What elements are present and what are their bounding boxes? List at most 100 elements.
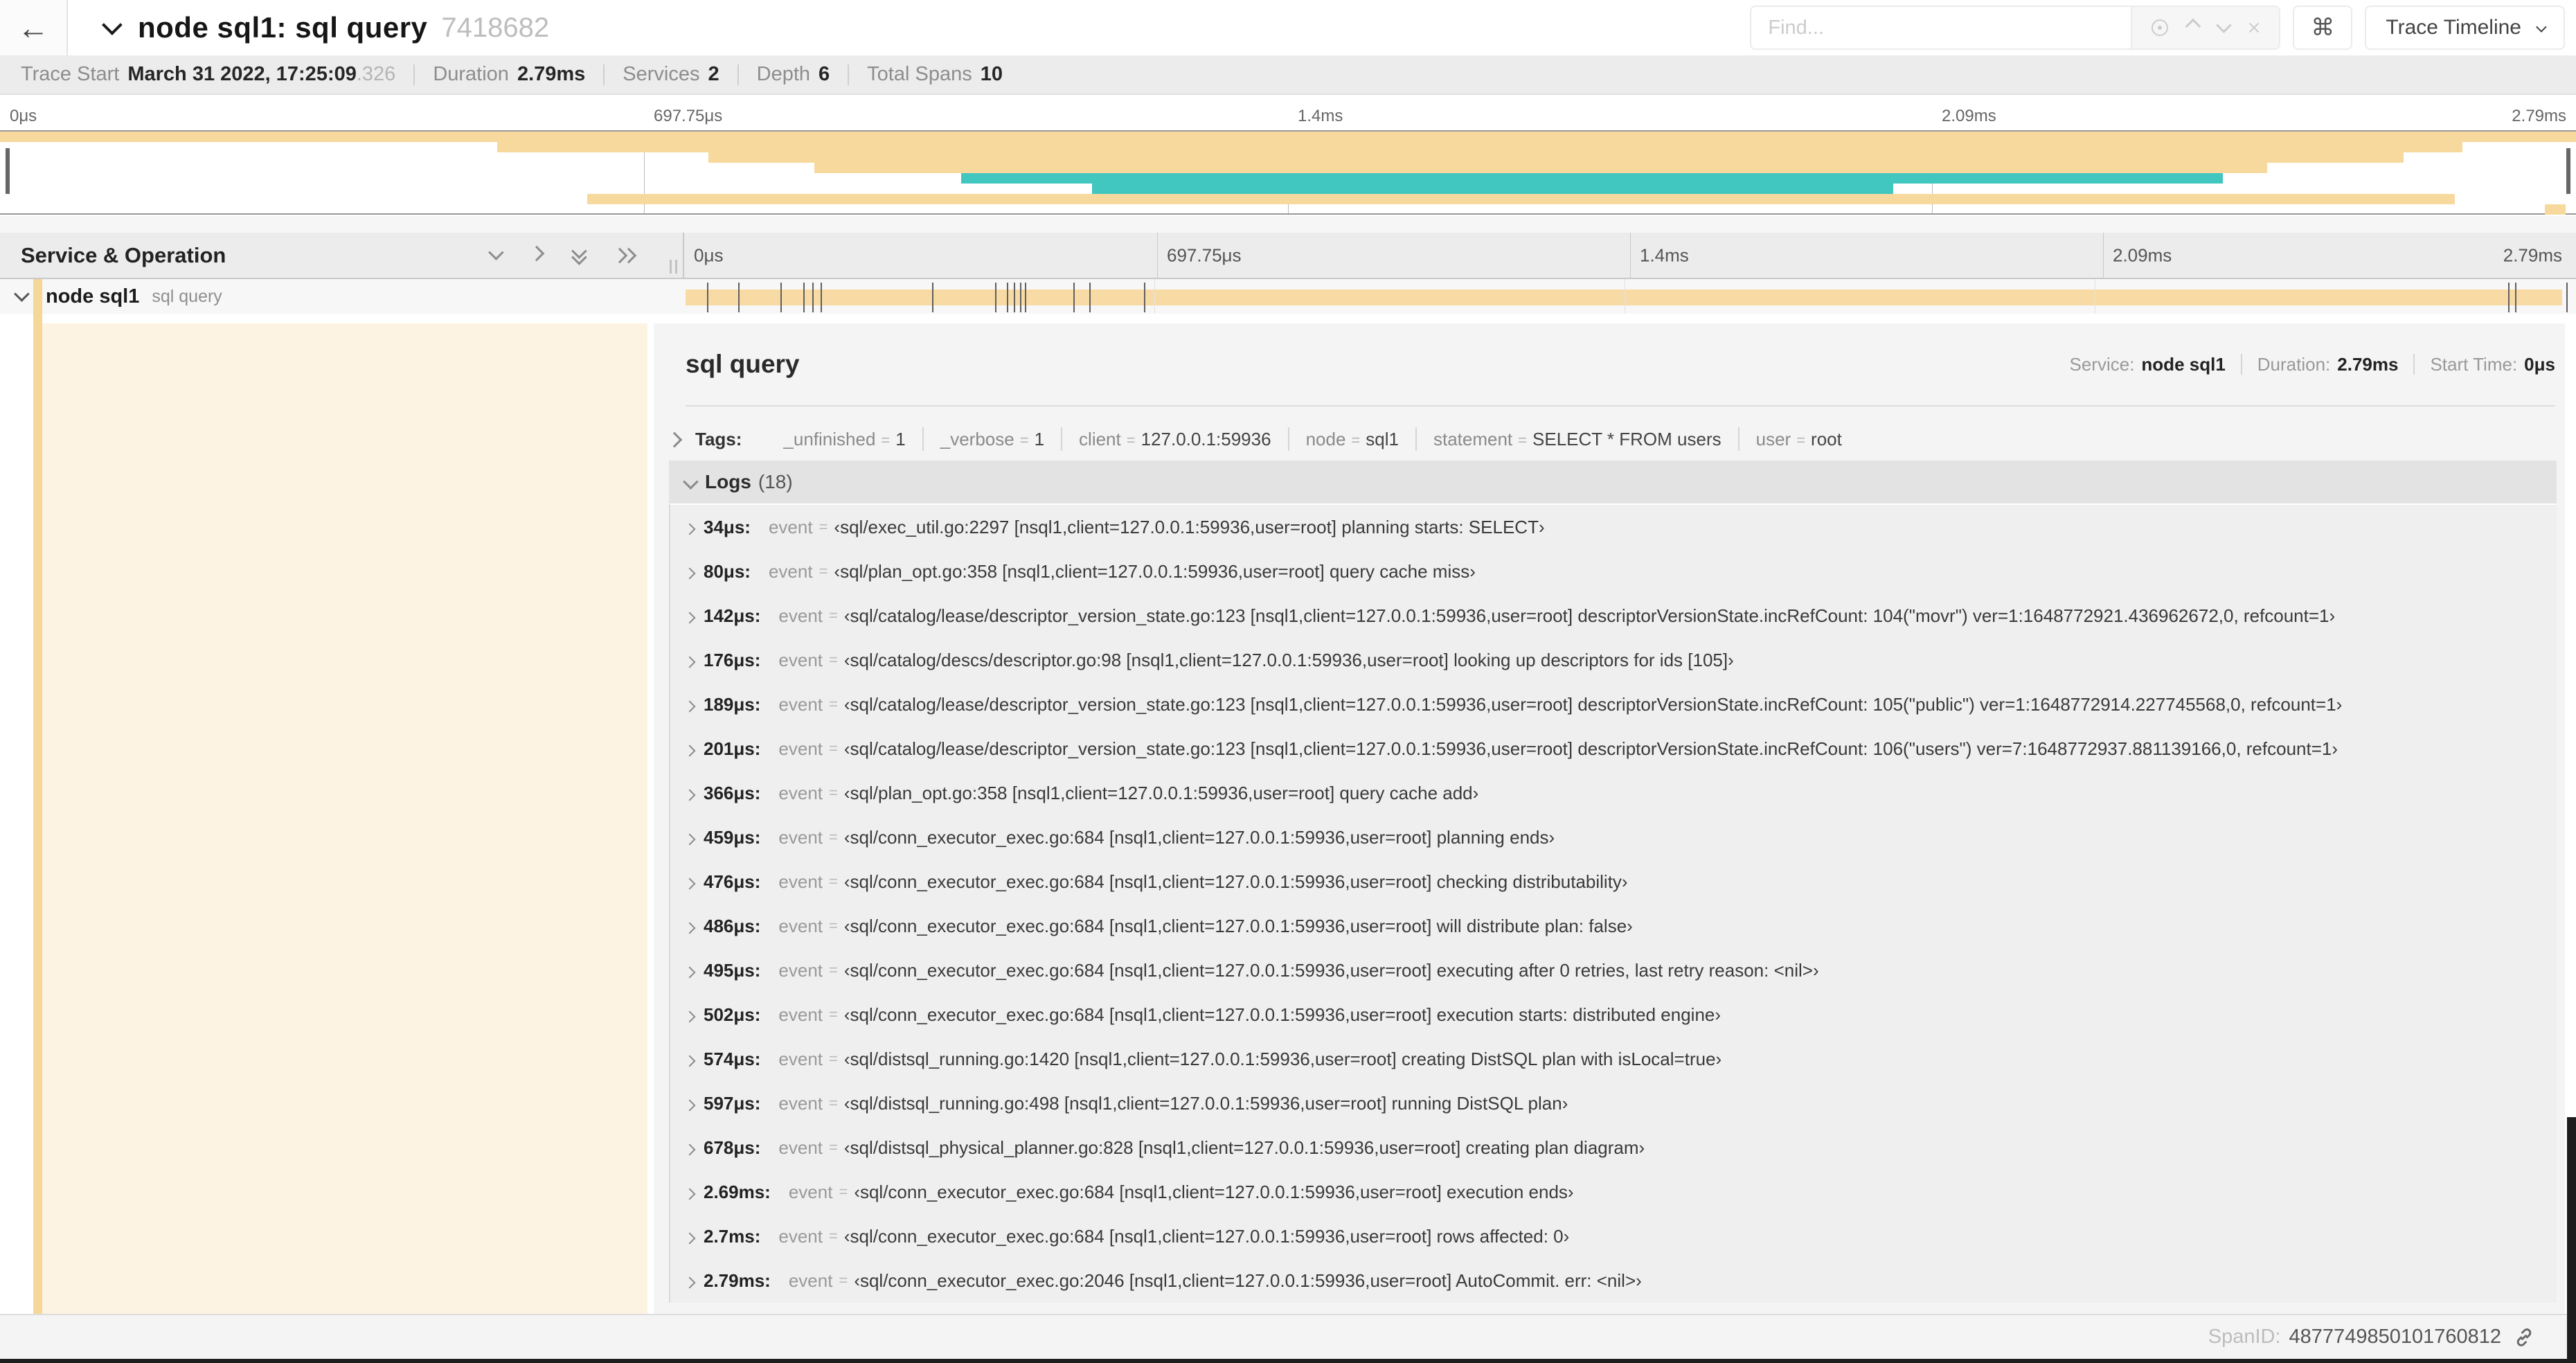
log-row[interactable]: 201μs: event = ‹sql/catalog/lease/descripto…	[670, 727, 2557, 771]
focus-match-icon[interactable]	[2151, 19, 2168, 36]
detail-color-accent	[33, 314, 42, 1314]
log-row[interactable]: 459μs: event = ‹sql/conn_executor_exec.go:6…	[670, 815, 2557, 859]
divider	[2413, 354, 2415, 375]
log-field-value: ‹sql/plan_opt.go:358 [nsql1,client=127.0…	[834, 560, 1476, 582]
span-name-cell: node sql1 sql query	[0, 279, 684, 314]
log-row[interactable]: 34μs: event = ‹sql/exec_util.go:2297 [nsql1…	[670, 505, 2557, 549]
stat-label: Duration	[433, 63, 509, 85]
tag-item: _unfinished = 1	[783, 429, 905, 450]
log-field-key: event	[778, 693, 823, 715]
tags-row[interactable]: Tags: _unfinished = 1 _verbose = 1 client = 127.…	[666, 418, 2555, 461]
divider	[1415, 427, 1417, 451]
log-row[interactable]: 176μs: event = ‹sql/catalog/descs/descripto…	[670, 638, 2557, 682]
view-select[interactable]: Trace Timeline	[2365, 6, 2565, 50]
find-input[interactable]	[1751, 7, 2131, 48]
deep-link-icon[interactable]	[2512, 1326, 2536, 1349]
log-timestamp: 176μs:	[704, 649, 761, 670]
log-row[interactable]: 142μs: event = ‹sql/catalog/lease/descripto…	[670, 594, 2557, 638]
log-expand-icon	[683, 738, 696, 760]
logs-count: (18)	[758, 471, 793, 492]
log-field-key: event	[788, 1270, 833, 1291]
log-expand-icon	[683, 827, 696, 848]
tag-key: _unfinished	[783, 428, 876, 449]
expand-all-icon[interactable]	[611, 247, 637, 263]
span-row[interactable]: node sql1 sql query	[0, 279, 2576, 314]
log-field-key: event	[778, 1048, 823, 1069]
trace-stat: Trace Start March 31 2022, 17:25:09.326	[21, 63, 395, 86]
tag-value: SELECT * FROM users	[1532, 428, 1721, 449]
span-color-accent	[33, 279, 42, 314]
minimap-right-scrubber[interactable]	[2566, 148, 2570, 194]
detail-operation-title: sql query	[686, 350, 800, 378]
chevron-down-icon	[2536, 21, 2547, 33]
trace-stat: Total Spans 10	[867, 63, 1003, 86]
window-right-edge	[2567, 1117, 2576, 1363]
log-field-key: event	[778, 1225, 823, 1247]
logs-header[interactable]: Logs (18)	[669, 461, 2557, 504]
log-expand-icon	[683, 1182, 696, 1203]
collapse-all-icon[interactable]	[571, 243, 587, 265]
ruler-gridline	[2103, 233, 2104, 278]
log-field-value: ‹sql/conn_executor_exec.go:2046 [nsql1,c…	[854, 1270, 1642, 1291]
log-expand-icon	[683, 1270, 696, 1292]
log-expand-icon	[683, 783, 696, 804]
prev-match-icon[interactable]	[2185, 18, 2201, 35]
collapse-one-icon[interactable]	[488, 244, 504, 262]
equals-sign: =	[829, 1094, 838, 1112]
minimap-canvas[interactable]	[0, 130, 2576, 215]
duration-label: Duration:	[2257, 353, 2331, 375]
log-row[interactable]: 495μs: event = ‹sql/conn_executor_exec.go:6…	[670, 948, 2557, 992]
trace-stat: Services 2	[623, 63, 719, 86]
tag-value: 1	[1034, 428, 1045, 449]
log-field-value: ‹sql/conn_executor_exec.go:684 [nsql1,cl…	[854, 1181, 1574, 1202]
log-row[interactable]: 2.7ms: event = ‹sql/conn_executor_exec.go:6…	[670, 1214, 2557, 1258]
span-bar-cell[interactable]	[684, 279, 2576, 314]
log-row[interactable]: 502μs: event = ‹sql/conn_executor_exec.go:6…	[670, 992, 2557, 1037]
command-icon: ⌘	[2311, 15, 2335, 41]
log-field-value: ‹sql/conn_executor_exec.go:684 [nsql1,cl…	[843, 915, 1633, 936]
log-marker	[1024, 283, 1026, 312]
log-row[interactable]: 2.79ms: event = ‹sql/conn_executor_exec.go:…	[670, 1258, 2557, 1303]
log-field-value: ‹sql/conn_executor_exec.go:684 [nsql1,cl…	[843, 826, 1555, 848]
log-row[interactable]: 476μs: event = ‹sql/conn_executor_exec.go:6…	[670, 859, 2557, 904]
log-field-key: event	[778, 959, 823, 981]
minimap-span-bar	[1092, 184, 1894, 194]
log-row[interactable]: 678μs: event = ‹sql/distsql_physical_planne…	[670, 1125, 2557, 1170]
log-marker	[2514, 283, 2516, 312]
minimap-span-bar	[708, 152, 2404, 163]
trace-stat: Depth 6	[757, 63, 830, 86]
equals-sign: =	[829, 917, 838, 934]
logs-list: 34μs: event = ‹sql/exec_util.go:2297 [nsql1…	[669, 504, 2557, 1303]
log-field-key: event	[778, 1004, 823, 1025]
log-row[interactable]: 366μs: event = ‹sql/plan_opt.go:358 [nsql1,…	[670, 771, 2557, 815]
divider	[603, 64, 605, 85]
log-row[interactable]: 597μs: event = ‹sql/distsql_running.go:498 …	[670, 1081, 2557, 1125]
minimap-left-scrubber[interactable]	[6, 148, 10, 194]
log-row[interactable]: 80μs: event = ‹sql/plan_opt.go:358 [nsql1,c…	[670, 549, 2557, 594]
keyboard-shortcuts-button[interactable]: ⌘	[2293, 6, 2353, 50]
expand-one-icon[interactable]	[528, 245, 545, 262]
log-expand-icon	[683, 1137, 696, 1159]
span-collapse-icon[interactable]	[14, 285, 30, 304]
log-row[interactable]: 574μs: event = ‹sql/distsql_running.go:1420…	[670, 1037, 2557, 1081]
stat-label: Services	[623, 63, 700, 85]
back-button[interactable]: ←	[0, 0, 68, 55]
start-time-value: 0μs	[2524, 353, 2555, 375]
log-expand-icon	[683, 1004, 696, 1026]
log-row[interactable]: 2.69ms: event = ‹sql/conn_executor_exec.go:…	[670, 1170, 2557, 1214]
log-row[interactable]: 189μs: event = ‹sql/catalog/lease/descripto…	[670, 682, 2557, 727]
log-timestamp: 2.79ms:	[704, 1270, 771, 1291]
collapse-trace-icon[interactable]	[102, 15, 123, 37]
next-match-icon[interactable]	[2216, 17, 2232, 35]
top-right-controls: ⌘ Trace Timeline	[1750, 6, 2565, 50]
log-marker	[2566, 283, 2568, 312]
log-marker	[1089, 283, 1091, 312]
find-group	[1750, 6, 2281, 50]
tag-item: node = sql1	[1306, 429, 1399, 450]
column-resize-grip[interactable]	[670, 260, 677, 274]
stat-value: 2	[708, 63, 719, 85]
log-row[interactable]: 486μs: event = ‹sql/conn_executor_exec.go:6…	[670, 904, 2557, 948]
divider	[1737, 427, 1739, 451]
clear-find-icon[interactable]	[2248, 21, 2260, 34]
log-marker	[803, 283, 805, 312]
